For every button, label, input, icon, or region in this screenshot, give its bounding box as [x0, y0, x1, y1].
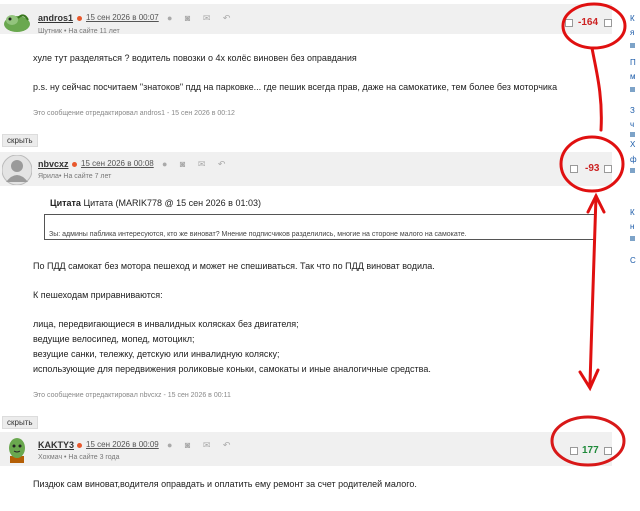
annotation-circle	[561, 2, 627, 50]
annotation-circle	[559, 135, 625, 193]
annotation-line	[590, 46, 603, 132]
annotation-circle	[550, 415, 626, 467]
annotation-line	[588, 194, 598, 386]
annotation-overlay	[550, 2, 627, 467]
